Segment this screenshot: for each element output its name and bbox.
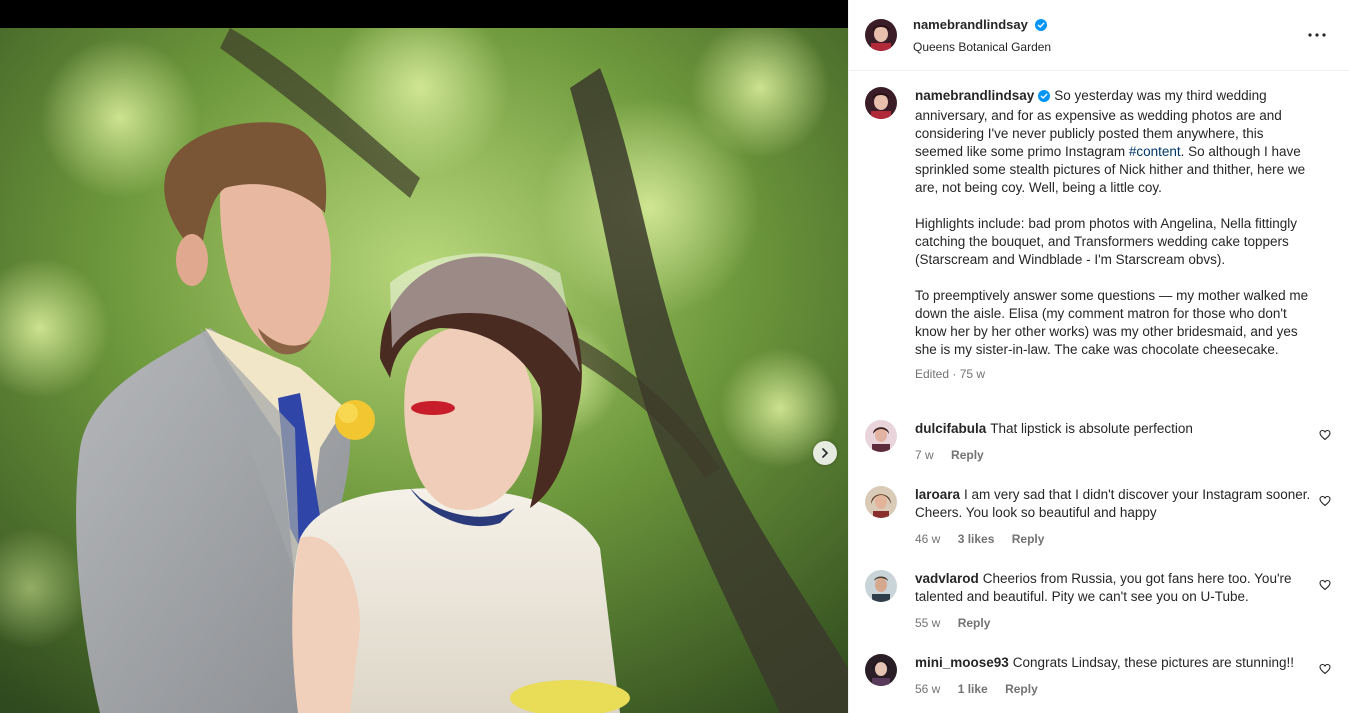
comment-text: That lipstick is absolute perfection bbox=[990, 421, 1193, 436]
commenter-username[interactable]: dulcifabula bbox=[915, 421, 986, 436]
comment-item: dulcifabula That lipstick is absolute per… bbox=[849, 420, 1349, 464]
commenter-avatar[interactable] bbox=[865, 570, 897, 602]
more-options-icon bbox=[1308, 33, 1326, 37]
comment-meta: 55 w Reply bbox=[915, 614, 1315, 632]
photo-pane bbox=[0, 0, 848, 713]
heart-outline-icon bbox=[1319, 663, 1331, 675]
post-side-panel: namebrandlindsay Queens Botanical Garden bbox=[848, 0, 1349, 713]
caption-paragraph-1: namebrandlindsay So yesterday was my thir… bbox=[915, 87, 1315, 197]
heart-outline-icon bbox=[1319, 579, 1331, 591]
caption-username[interactable]: namebrandlindsay bbox=[915, 88, 1034, 103]
reply-button[interactable]: Reply bbox=[951, 448, 984, 462]
commenter-username[interactable]: vadvlarod bbox=[915, 571, 979, 586]
comment-meta: 56 w 1 like Reply bbox=[915, 680, 1315, 698]
verified-badge-icon bbox=[1035, 18, 1048, 36]
reply-button[interactable]: Reply bbox=[958, 616, 991, 630]
more-options-button[interactable] bbox=[1305, 26, 1329, 44]
chevron-right-icon bbox=[822, 448, 829, 458]
comment-text: Congrats Lindsay, these pictures are stu… bbox=[1012, 655, 1294, 670]
commenter-username[interactable]: laroara bbox=[915, 487, 960, 502]
heart-outline-icon bbox=[1319, 429, 1331, 441]
author-avatar[interactable] bbox=[865, 19, 897, 51]
comment-item: mini_moose93 Congrats Lindsay, these pict… bbox=[849, 654, 1349, 698]
post-body[interactable]: namebrandlindsay So yesterday was my thir… bbox=[849, 72, 1349, 713]
reply-button[interactable]: Reply bbox=[1005, 682, 1038, 696]
comment-content: vadvlarod Cheerios from Russia, you got f… bbox=[915, 570, 1315, 632]
comment-content: laroara I am very sad that I didn't disco… bbox=[915, 486, 1315, 548]
commenter-avatar[interactable] bbox=[865, 486, 897, 518]
comment-item: laroara I am very sad that I didn't disco… bbox=[849, 486, 1349, 548]
comment-time: 56 w bbox=[915, 682, 941, 696]
post-location[interactable]: Queens Botanical Garden bbox=[913, 40, 1051, 54]
post-photo[interactable] bbox=[0, 28, 848, 713]
commenter-avatar[interactable] bbox=[865, 654, 897, 686]
next-photo-button[interactable] bbox=[813, 441, 837, 465]
caption-avatar[interactable] bbox=[865, 87, 897, 119]
comment-text: I am very sad that I didn't discover you… bbox=[915, 487, 1311, 520]
caption-paragraph-2: Highlights include: bad prom photos with… bbox=[915, 216, 1297, 267]
comment-time: 46 w bbox=[915, 532, 941, 546]
caption-paragraph-3: To preemptively answer some questions — … bbox=[915, 288, 1309, 357]
caption-meta: Edited · 75 w bbox=[915, 365, 1315, 383]
comment-content: mini_moose93 Congrats Lindsay, these pict… bbox=[915, 654, 1315, 698]
comment-meta: 46 w 3 likes Reply bbox=[915, 530, 1315, 548]
like-comment-button[interactable] bbox=[1319, 662, 1331, 680]
caption-edited-time: Edited · 75 w bbox=[915, 367, 986, 381]
reply-button[interactable]: Reply bbox=[1012, 532, 1045, 546]
author-username[interactable]: namebrandlindsay bbox=[913, 17, 1028, 32]
commenter-username[interactable]: mini_moose93 bbox=[915, 655, 1009, 670]
heart-outline-icon bbox=[1319, 495, 1331, 507]
comment-time: 7 w bbox=[915, 448, 934, 462]
caption-row: namebrandlindsay So yesterday was my thir… bbox=[849, 87, 1349, 383]
verified-badge-icon bbox=[1038, 89, 1051, 107]
like-comment-button[interactable] bbox=[1319, 494, 1331, 512]
comment-likes-count[interactable]: 3 likes bbox=[958, 532, 995, 546]
instagram-post-view: namebrandlindsay Queens Botanical Garden bbox=[0, 0, 1349, 713]
comment-content: dulcifabula That lipstick is absolute per… bbox=[915, 420, 1315, 464]
header-text: namebrandlindsay Queens Botanical Garden bbox=[913, 16, 1051, 54]
hashtag-link[interactable]: #content bbox=[1129, 144, 1181, 159]
caption-content: namebrandlindsay So yesterday was my thir… bbox=[915, 87, 1315, 383]
comment-item: vadvlarod Cheerios from Russia, you got f… bbox=[849, 570, 1349, 632]
comment-time: 55 w bbox=[915, 616, 941, 630]
commenter-avatar[interactable] bbox=[865, 420, 897, 452]
comment-likes-count[interactable]: 1 like bbox=[958, 682, 988, 696]
like-comment-button[interactable] bbox=[1319, 428, 1331, 446]
comment-meta: 7 w Reply bbox=[915, 446, 1315, 464]
like-comment-button[interactable] bbox=[1319, 578, 1331, 596]
post-header: namebrandlindsay Queens Botanical Garden bbox=[849, 0, 1349, 71]
